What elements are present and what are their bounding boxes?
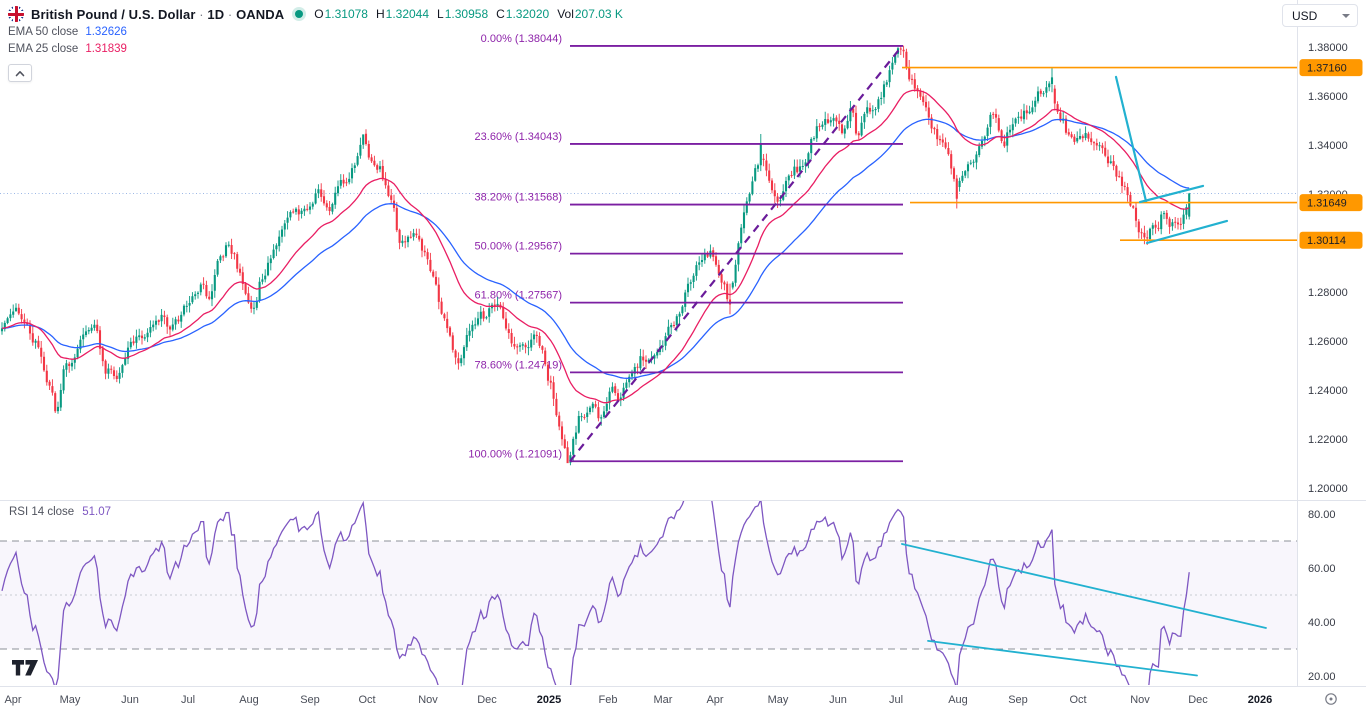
gbp-flag-icon [8,6,24,22]
ohlc-values: O1.31078 H1.32044 L1.30958 C1.32020 Vol2… [314,7,623,21]
chart-window: 0.00% (1.38044)23.60% (1.34043)38.20% (1… [0,0,1366,714]
svg-text:1.38000: 1.38000 [1308,42,1348,54]
cyan-trendlines[interactable] [1116,77,1227,243]
svg-text:38.20% (1.31568): 38.20% (1.31568) [475,192,562,204]
ema25-legend[interactable]: EMA 25 close 1.31839 [8,40,623,57]
svg-text:1.22000: 1.22000 [1308,434,1348,446]
symbol-header: British Pound / U.S. Dollar · 1D · OANDA… [8,5,623,82]
svg-text:Dec: Dec [1188,694,1208,706]
svg-text:Jul: Jul [181,694,195,706]
close-value: 1.32020 [506,7,549,21]
svg-text:40.00: 40.00 [1308,617,1336,629]
tradingview-logo-icon [12,660,39,676]
svg-text:Nov: Nov [418,694,438,706]
svg-text:Apr: Apr [4,694,21,706]
price-badge-label: 1.31649 [1307,198,1347,210]
svg-text:May: May [768,694,789,706]
svg-text:Nov: Nov [1130,694,1150,706]
svg-text:Mar: Mar [654,694,673,706]
svg-text:May: May [60,694,81,706]
symbol-title[interactable]: British Pound / U.S. Dollar · 1D · OANDA [31,7,284,22]
rsi-label: RSI 14 close [9,506,74,518]
svg-text:Apr: Apr [706,694,723,706]
svg-text:100.00% (1.21091): 100.00% (1.21091) [468,448,562,460]
svg-text:2026: 2026 [1248,694,1272,706]
fib-labels: 0.00% (1.38044)23.60% (1.34043)38.20% (1… [468,33,562,460]
rsi-value: 51.07 [82,506,111,518]
svg-text:Oct: Oct [358,694,375,706]
ema25-value: 1.31839 [85,43,127,55]
svg-text:Feb: Feb [599,694,618,706]
ema50-legend[interactable]: EMA 50 close 1.32626 [8,23,623,40]
high-value: 1.32044 [386,7,429,21]
svg-text:1.34000: 1.34000 [1308,140,1348,152]
ema-25-line[interactable] [2,90,1189,402]
svg-text:20.00: 20.00 [1308,671,1336,683]
collapse-legend-button[interactable] [8,64,32,82]
svg-text:2025: 2025 [537,694,561,706]
candlestick-series [2,46,1189,466]
svg-text:50.00% (1.29567): 50.00% (1.29567) [475,241,562,253]
svg-text:Dec: Dec [477,694,497,706]
low-value: 1.30958 [445,7,488,21]
chevron-down-icon [1342,14,1350,18]
currency-selector[interactable]: USD [1282,4,1358,27]
svg-text:Jun: Jun [829,694,847,706]
volume-value: 207.03 K [575,7,623,21]
open-value: 1.31078 [325,7,368,21]
tradingview-logo[interactable] [12,660,39,681]
price-axis[interactable]: 1.380001.360001.340001.320001.300001.280… [1300,42,1363,683]
svg-text:60.00: 60.00 [1308,563,1336,575]
time-axis[interactable]: Apr May Jun Jul Aug Sep Oct Nov Dec 2025 Feb Mar Apr… [4,694,1272,706]
price-badge-label: 1.37160 [1307,63,1347,75]
price-badge-label: 1.30114 [1307,235,1346,247]
rsi-pane[interactable] [0,482,1297,706]
svg-text:1.36000: 1.36000 [1308,91,1348,103]
chevron-up-icon [15,70,25,77]
symbol-name: British Pound / U.S. Dollar [31,7,196,22]
symbol-exchange: OANDA [236,7,284,22]
title-separator: · [199,7,203,22]
svg-text:Jun: Jun [121,694,139,706]
svg-text:1.26000: 1.26000 [1308,336,1348,348]
market-status-dot[interactable] [295,10,303,18]
svg-text:Jul: Jul [889,694,903,706]
chart-canvas[interactable]: 0.00% (1.38044)23.60% (1.34043)38.20% (1… [0,0,1366,714]
svg-text:Aug: Aug [239,694,259,706]
svg-text:Sep: Sep [1008,694,1028,706]
svg-text:1.20000: 1.20000 [1308,483,1348,495]
horizontal-rays[interactable] [902,68,1297,241]
svg-text:Aug: Aug [948,694,968,706]
svg-text:1.24000: 1.24000 [1308,385,1348,397]
svg-text:1.28000: 1.28000 [1308,287,1348,299]
svg-text:23.60% (1.34043): 23.60% (1.34043) [475,131,562,143]
symbol-interval[interactable]: 1D [207,7,224,22]
ema-50-line[interactable] [2,119,1189,378]
title-separator: · [228,7,232,22]
ema50-value: 1.32626 [85,26,127,38]
currency-value: USD [1292,9,1317,23]
svg-text:80.00: 80.00 [1308,509,1336,521]
rsi-legend[interactable]: RSI 14 close 51.07 [9,506,111,518]
svg-text:Sep: Sep [300,694,320,706]
svg-text:Oct: Oct [1069,694,1086,706]
time-axis-settings-icon[interactable] [1326,694,1336,704]
